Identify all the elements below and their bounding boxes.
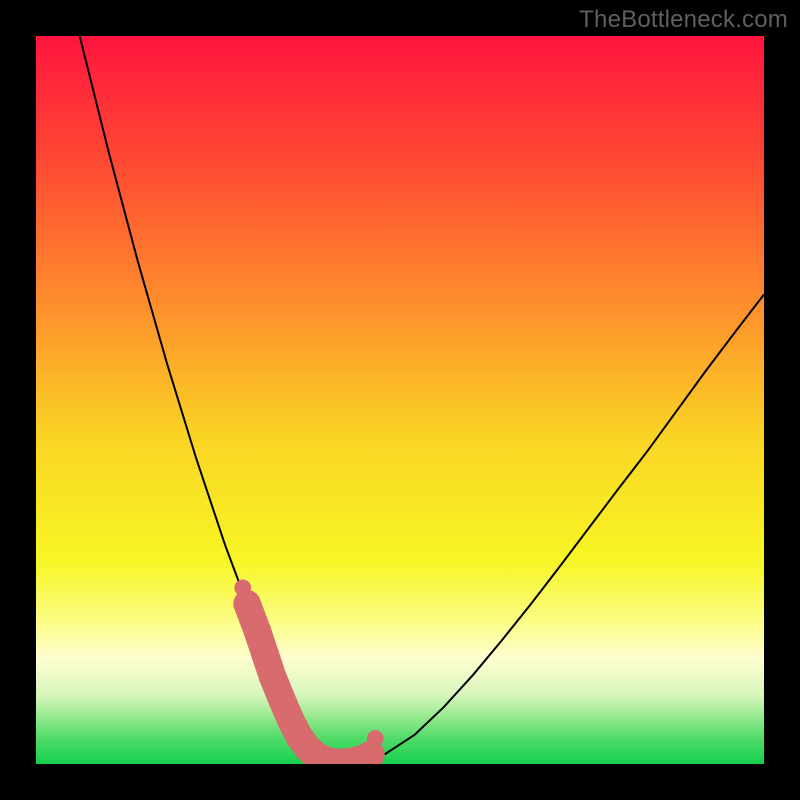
highlight-dot xyxy=(367,730,384,747)
image-frame: TheBottleneck.com xyxy=(0,0,800,800)
gradient-background xyxy=(36,36,764,764)
highlight-dot xyxy=(234,579,251,596)
plot-area xyxy=(36,36,764,764)
bottleneck-chart xyxy=(36,36,764,764)
watermark-text: TheBottleneck.com xyxy=(579,6,788,34)
